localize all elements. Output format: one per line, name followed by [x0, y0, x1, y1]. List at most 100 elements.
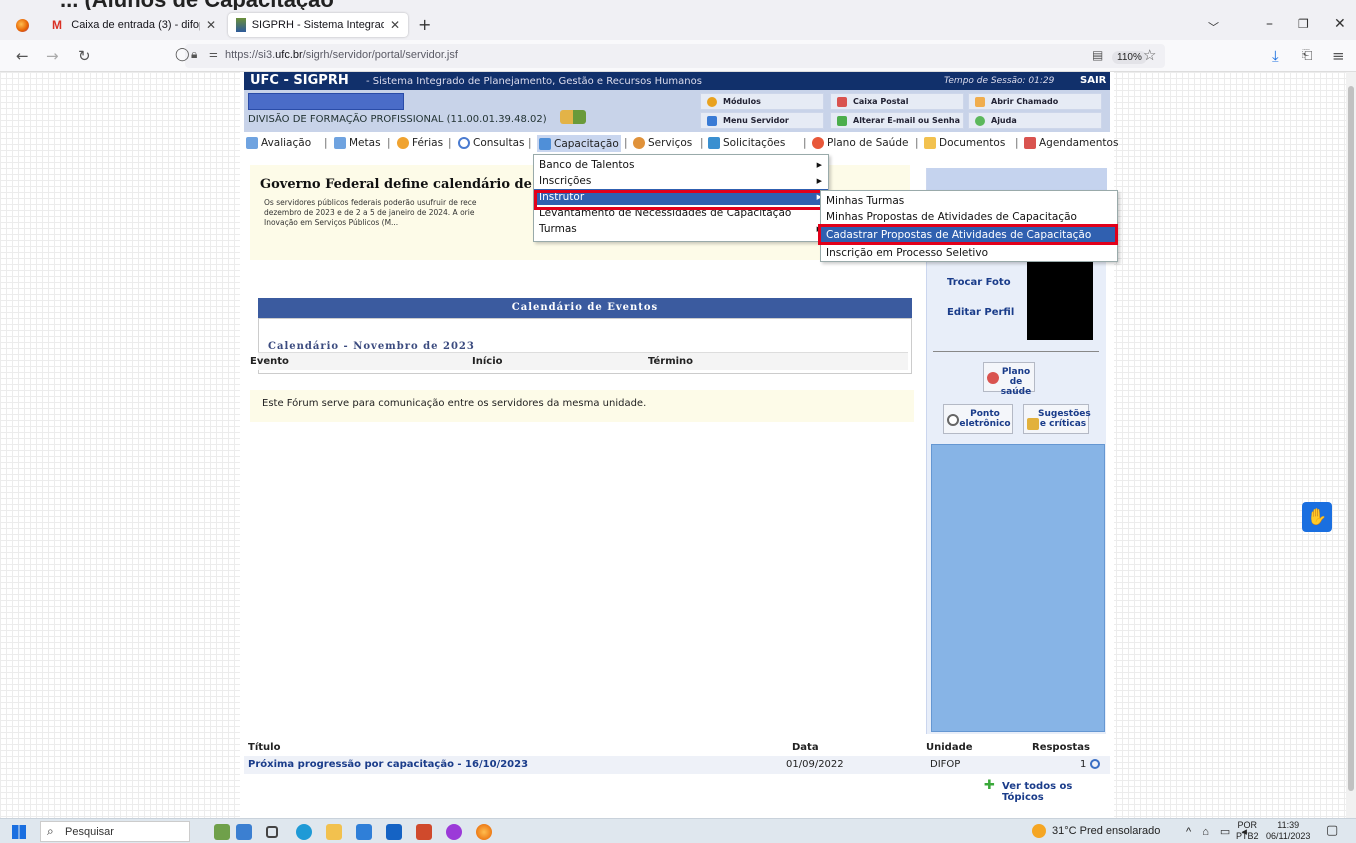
ponto-eletronico-button[interactable]: Ponto eletrônico	[943, 404, 1013, 434]
menu-item-inscricoes[interactable]: Inscrições ▶	[534, 173, 828, 189]
windows-start-icon[interactable]	[12, 825, 26, 839]
ajuda-link[interactable]: Ajuda	[968, 112, 1102, 129]
taskbar-search[interactable]: ⌕ Pesquisar	[40, 821, 190, 842]
close-window-icon[interactable]: ✕	[1334, 16, 1346, 32]
task-view-icon[interactable]	[266, 826, 278, 838]
menu-agendamentos[interactable]: Agendamentos	[1024, 137, 1118, 149]
menu-servicos[interactable]: Serviços	[633, 137, 692, 149]
table-row: Próxima progressão por capacitação - 16/…	[244, 756, 1110, 774]
menu-documentos[interactable]: Documentos	[924, 137, 1005, 149]
mail-icon[interactable]	[386, 824, 402, 840]
list-tabs-icon[interactable]: ﹀	[1208, 19, 1219, 35]
news-title[interactable]: Governo Federal define calendário de rec…	[260, 177, 568, 192]
weather-text[interactable]: 31°C Pred ensolarado	[1052, 825, 1160, 837]
menu-servidor-link[interactable]: Menu Servidor	[700, 112, 824, 129]
menu-item-turmas[interactable]: Turmas▶	[534, 221, 828, 237]
brand-subtitle: - Sistema Integrado de Planejamento, Ges…	[366, 76, 702, 87]
menu-solicitacoes[interactable]: Solicitações	[708, 137, 785, 149]
menu-metas[interactable]: Metas	[334, 137, 381, 149]
close-icon[interactable]: ✕	[206, 18, 216, 32]
tab-sigrh[interactable]: SIGPRH - Sistema Integrado de ✕	[228, 13, 408, 37]
notifications-icon[interactable]: ▢	[1326, 823, 1338, 838]
accessibility-icon[interactable]: ✋	[1302, 502, 1332, 532]
extensions-icon[interactable]: ⎗	[1302, 48, 1312, 63]
servicos-icon	[633, 137, 645, 149]
magnifier-icon[interactable]	[1090, 759, 1100, 769]
view-all-topics-link[interactable]: Ver todos os Tópicos	[1002, 781, 1110, 803]
clock[interactable]: 11:39 06/11/2023	[1266, 820, 1310, 842]
reader-view-icon[interactable]: ▤	[1092, 48, 1103, 62]
download-icon[interactable]: ⤓	[1272, 47, 1279, 65]
caixa-postal-link[interactable]: Caixa Postal	[830, 93, 964, 110]
plano-saude-button[interactable]: Plano de saúde	[983, 362, 1035, 397]
store-icon[interactable]	[356, 824, 372, 840]
menu-item-inscricao-processo[interactable]: Inscrição em Processo Seletivo	[821, 245, 1117, 261]
menu-item-banco-talentos[interactable]: Banco de Talentos ▶	[534, 157, 828, 173]
solicitacoes-icon	[708, 137, 720, 149]
menu-item-minhas-turmas[interactable]: Minhas Turmas	[821, 193, 1117, 209]
highlight-instrutor	[534, 190, 828, 210]
session-timer: Tempo de Sessão: 01:29	[944, 76, 1055, 86]
logout-link[interactable]: SAIR	[1080, 75, 1106, 86]
topic-unit: DIFOP	[930, 759, 961, 770]
abrir-chamado-link[interactable]: Abrir Chamado	[968, 93, 1102, 110]
alterar-senha-link[interactable]: Alterar E-mail ou Senha	[830, 112, 964, 129]
bookmark-star-icon[interactable]: ☆	[1143, 46, 1156, 64]
forward-icon[interactable]: →	[46, 47, 59, 65]
user-unit: DIVISÃO DE FORMAÇÃO PROFISSIONAL (11.00.…	[248, 114, 547, 125]
menu-consultas[interactable]: Consultas	[458, 137, 524, 149]
language-indicator[interactable]: POR PTB2	[1236, 820, 1259, 842]
lock-icon[interactable]: 🔒︎	[191, 47, 197, 62]
zoom-level[interactable]: 110%	[1112, 51, 1147, 64]
menu-item-minhas-propostas[interactable]: Minhas Propostas de Atividades de Capaci…	[821, 209, 1117, 225]
browser-nav-bar: ← → ↻ ◯ 🔒︎ ⚌ https://si3.ufc.br/sigrh/se…	[0, 40, 1356, 72]
search-icon	[458, 137, 470, 149]
url-bar[interactable]: ◯ 🔒︎ ⚌ https://si3.ufc.br/sigrh/servidor…	[175, 44, 1165, 68]
metas-icon	[334, 137, 346, 149]
sigrh-icon	[236, 18, 246, 32]
app-menu-icon[interactable]: ≡	[1332, 47, 1345, 65]
forum-note: Este Fórum serve para comunicação entre …	[250, 390, 914, 422]
th-unidade: Unidade	[926, 742, 973, 753]
powerpoint-icon[interactable]	[416, 824, 432, 840]
editar-perfil-link[interactable]: Editar Perfil	[947, 307, 1014, 318]
file-explorer-icon[interactable]	[326, 824, 342, 840]
reload-icon[interactable]: ↻	[78, 47, 91, 65]
permissions-icon[interactable]: ⚌	[209, 49, 218, 60]
user-name-redacted	[248, 93, 404, 110]
close-icon[interactable]: ✕	[390, 18, 400, 32]
app-icon-1[interactable]	[214, 824, 230, 840]
shield-icon[interactable]: ◯	[175, 47, 190, 62]
calendar-header: Calendário de Eventos	[258, 298, 912, 318]
calendar-icon	[1024, 137, 1036, 149]
trocar-foto-link[interactable]: Trocar Foto	[947, 277, 1011, 288]
edge-icon[interactable]	[296, 824, 312, 840]
topic-link[interactable]: Próxima progressão por capacitação - 16/…	[248, 759, 528, 770]
page-viewport: UFC - SIGPRH - Sistema Integrado de Plan…	[0, 72, 1346, 818]
sugestoes-button[interactable]: Sugestões e críticas	[1023, 404, 1091, 434]
firefox-taskbar-icon[interactable]	[476, 824, 492, 840]
ferias-icon	[397, 137, 409, 149]
menu-plano-saude[interactable]: Plano de Saúde	[812, 137, 908, 149]
menu-capacitacao[interactable]: Capacitação	[537, 135, 621, 152]
menu-avaliacao[interactable]: Avaliação	[246, 137, 311, 149]
th-data: Data	[792, 742, 819, 753]
back-icon[interactable]: ←	[16, 47, 29, 65]
app-icon-3[interactable]	[446, 824, 462, 840]
modulos-icon	[707, 96, 717, 107]
menu-separator: |	[700, 137, 704, 149]
menu-separator: |	[915, 137, 919, 149]
page-scrollbar[interactable]	[1346, 72, 1356, 818]
unit-switch-icon[interactable]	[560, 110, 586, 124]
minimize-icon[interactable]: –	[1266, 16, 1273, 32]
tab-gmail-label: Caixa de entrada (3) - difop@uf	[71, 19, 200, 31]
app-icon-2[interactable]	[236, 824, 252, 840]
weather-icon	[1032, 824, 1046, 838]
menu-separator: |	[528, 137, 532, 149]
news-body: Os servidores públicos federais poderão …	[264, 198, 477, 227]
modulos-link[interactable]: Módulos	[700, 93, 824, 110]
new-tab-button[interactable]: +	[418, 15, 431, 34]
restore-icon[interactable]: ❐	[1298, 17, 1309, 31]
menu-ferias[interactable]: Férias	[397, 137, 443, 149]
tab-gmail[interactable]: M Caixa de entrada (3) - difop@uf ✕	[44, 13, 224, 37]
